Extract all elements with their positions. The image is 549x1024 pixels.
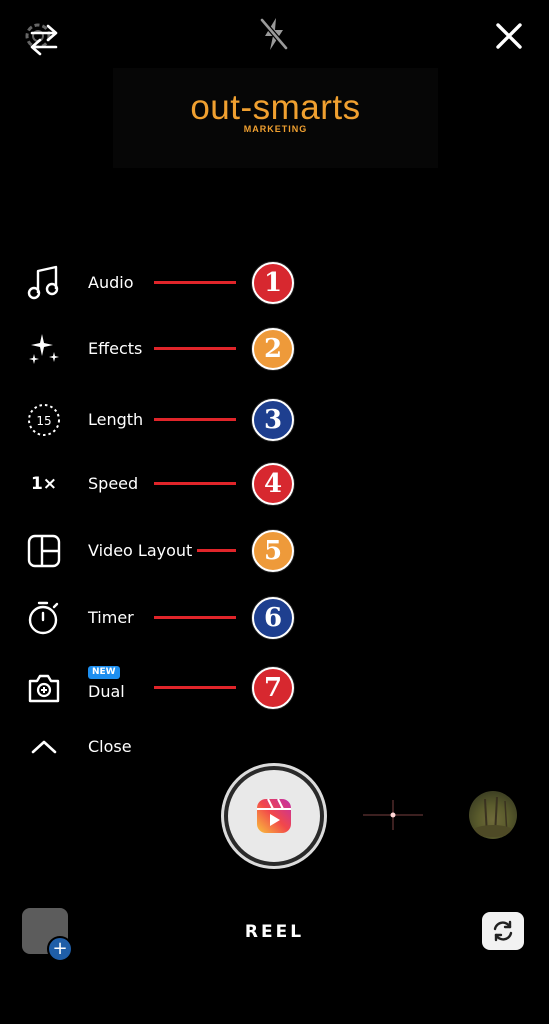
step-badge-5: 5 — [252, 530, 294, 572]
tool-label-video-layout: Video Layout — [88, 541, 193, 560]
annotation-line — [154, 482, 236, 485]
tool-length[interactable]: 15 Length 3 — [0, 398, 330, 442]
brand-logo: out-smarts MARKETING — [113, 68, 438, 168]
close-tools-toggle[interactable]: Close — [0, 725, 330, 769]
step-badge-6: 6 — [252, 597, 294, 639]
dual-camera-icon — [24, 670, 64, 706]
tool-effects[interactable]: Effects 2 — [0, 327, 330, 371]
flash-off-icon[interactable] — [254, 14, 294, 54]
speed-icon: 1× — [24, 466, 64, 502]
chevron-up-icon — [24, 729, 64, 765]
step-badge-1: 1 — [252, 262, 294, 304]
reels-icon — [255, 797, 293, 835]
step-badge-2: 2 — [252, 328, 294, 370]
tool-video-layout[interactable]: Video Layout 5 — [0, 529, 330, 573]
annotation-line — [197, 549, 236, 552]
annotation-line — [154, 616, 236, 619]
record-button[interactable] — [224, 766, 324, 866]
tool-label-speed: Speed — [88, 474, 139, 493]
tool-audio[interactable]: Audio 1 — [0, 261, 330, 305]
mode-label-reel[interactable]: REEL — [0, 922, 549, 942]
annotation-line — [154, 347, 236, 350]
step-badge-3: 3 — [252, 399, 294, 441]
tool-label-effects: Effects — [88, 339, 143, 358]
logo-brand-name: out-smarts — [190, 88, 361, 127]
annotation-line — [154, 686, 236, 689]
tool-speed[interactable]: 1× Speed 4 — [0, 462, 330, 506]
timer-15-icon: 15 — [24, 402, 64, 438]
logo-tagline: MARKETING — [243, 124, 308, 134]
sparkles-icon — [24, 331, 64, 367]
close-label: Close — [88, 737, 132, 756]
annotation-line — [154, 281, 236, 284]
music-note-icon — [24, 265, 64, 301]
lens-flare — [363, 800, 423, 830]
step-badge-7: 7 — [252, 667, 294, 709]
speed-icon-text: 1× — [30, 474, 58, 494]
new-badge: NEW — [88, 666, 120, 679]
recent-media-thumbnail[interactable] — [469, 791, 517, 839]
layout-icon — [24, 533, 64, 569]
tool-label-dual: Dual — [88, 682, 125, 701]
close-icon[interactable] — [489, 16, 529, 56]
tool-label-length: Length — [88, 410, 144, 429]
annotation-line — [154, 418, 236, 421]
tool-timer[interactable]: Timer 6 — [0, 596, 330, 640]
stopwatch-icon — [24, 600, 64, 636]
tool-dual[interactable]: NEW Dual 7 — [0, 666, 330, 710]
tool-label-timer: Timer — [88, 608, 134, 627]
timer-15-text: 15 — [36, 414, 51, 428]
flip-camera-icon[interactable] — [482, 912, 524, 950]
swap-arrows-icon[interactable] — [24, 20, 64, 60]
step-badge-4: 4 — [252, 463, 294, 505]
tool-label-audio: Audio — [88, 273, 134, 292]
